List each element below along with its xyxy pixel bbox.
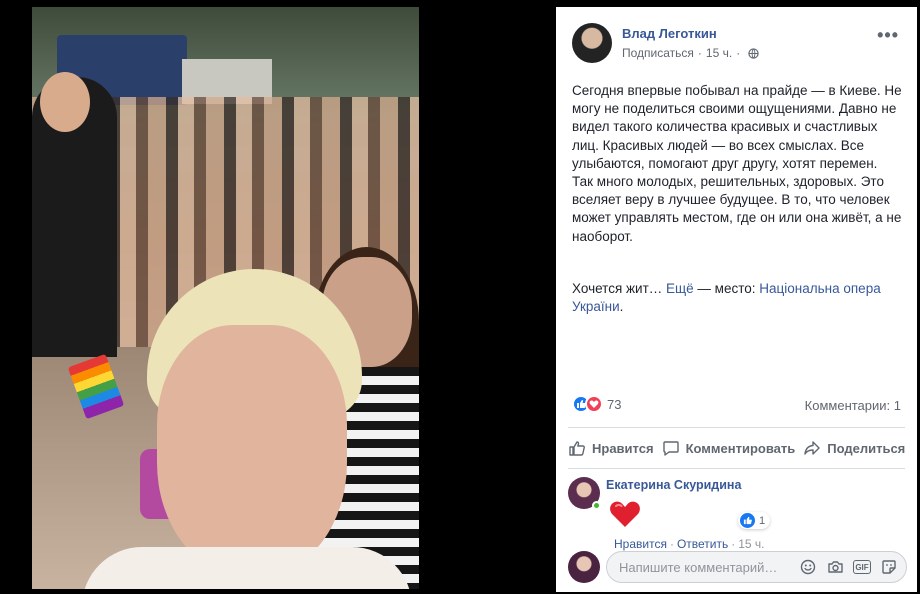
comment-likes-count: 1 <box>759 514 766 527</box>
emoji-icon[interactable] <box>799 558 817 576</box>
like-button-label: Нравится <box>592 440 654 456</box>
divider <box>568 427 905 428</box>
reactions-count: 73 <box>607 396 622 412</box>
gif-icon-label: GIF <box>853 560 871 574</box>
author-avatar[interactable] <box>572 23 612 63</box>
post-time[interactable]: 15 ч. <box>706 46 732 60</box>
subscribe-link[interactable]: Подписаться <box>622 46 694 60</box>
share-arrow-icon <box>804 441 820 455</box>
post-actions: Нравится Комментировать Поделиться <box>564 433 909 463</box>
photo-person-left <box>32 72 117 357</box>
like-reaction-icon <box>740 513 755 528</box>
photo-face <box>157 325 347 575</box>
post-photo[interactable] <box>32 7 419 589</box>
place-prefix: — место: <box>697 281 756 296</box>
comment-composer: GIF <box>568 549 907 583</box>
share-button-label: Поделиться <box>827 440 906 456</box>
globe-icon[interactable] <box>748 47 759 59</box>
camera-icon[interactable] <box>826 558 844 576</box>
speech-bubble-icon <box>662 441 679 456</box>
online-status-badge <box>592 501 601 510</box>
commenter-name[interactable]: Екатерина Скуридина <box>606 478 741 492</box>
reactions-summary[interactable]: 73 <box>572 395 621 413</box>
post-text: Сегодня впервые побывал на прайде — в Ки… <box>572 83 902 244</box>
comment-input-wrapper: GIF <box>606 551 907 583</box>
sticker-icon[interactable] <box>880 558 898 576</box>
post-header: Влад Леготкин Подписаться · 15 ч. · <box>572 23 759 63</box>
author-name[interactable]: Влад Леготкин <box>622 26 759 41</box>
like-button[interactable]: Нравится <box>564 433 658 463</box>
post-side-panel: Влад Леготкин Подписаться · 15 ч. · ••• … <box>556 7 917 592</box>
comment-likes-badge[interactable]: 1 <box>738 512 771 529</box>
separator-dot: · <box>736 46 741 60</box>
love-reaction-icon <box>585 395 603 413</box>
post-text-continued: Хочется жит… Ещё — место: Національна оп… <box>572 280 902 316</box>
comments-count-link[interactable]: Комментарии: 1 <box>805 398 901 413</box>
heart-emoji-icon <box>610 501 640 527</box>
comment-input[interactable] <box>619 559 789 575</box>
post-meta: Влад Леготкин Подписаться · 15 ч. · <box>622 26 759 60</box>
share-button[interactable]: Поделиться <box>799 433 909 463</box>
composer-tools: GIF <box>799 558 898 576</box>
photo-viewer: Влад Леготкин Подписаться · 15 ч. · ••• … <box>0 0 920 594</box>
gif-icon[interactable]: GIF <box>853 558 871 576</box>
place-end: . <box>619 299 624 315</box>
post-subline: Подписаться · 15 ч. · <box>622 46 759 60</box>
comment-button[interactable]: Комментировать <box>658 433 800 463</box>
divider <box>568 468 905 469</box>
current-user-avatar <box>568 551 600 583</box>
see-more-link[interactable]: Ещё <box>666 281 694 296</box>
thumbs-up-icon <box>569 441 585 456</box>
photo-shirt <box>82 547 412 589</box>
more-options-icon[interactable]: ••• <box>877 25 899 46</box>
comment-button-label: Комментировать <box>685 440 796 456</box>
post-text-truncated: Хочется жит… <box>572 281 663 296</box>
separator-dot: · <box>697 46 702 60</box>
photo-rainbow-cup <box>67 353 125 420</box>
